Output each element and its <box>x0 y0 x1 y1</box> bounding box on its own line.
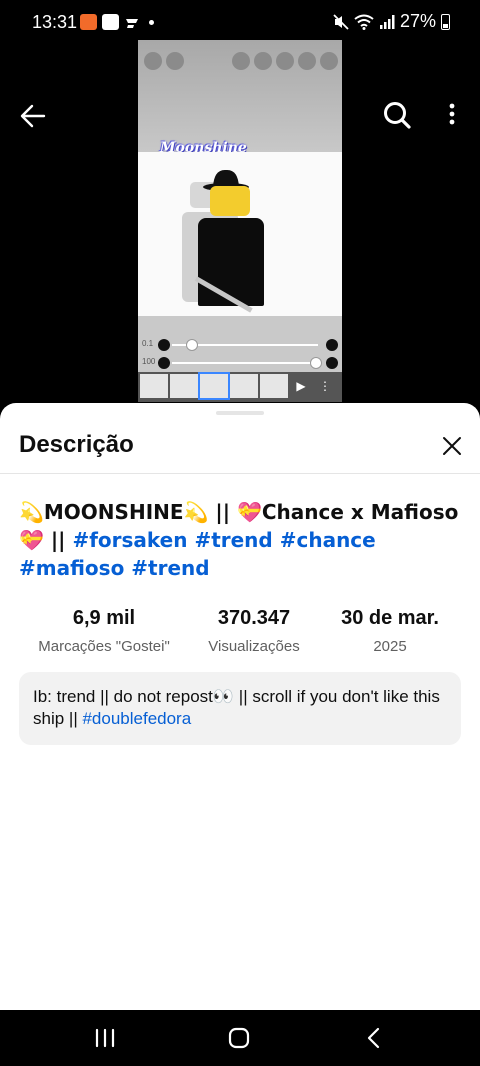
system-nav-bar <box>0 1010 480 1066</box>
home-icon <box>228 1027 250 1049</box>
slider-label: 100 <box>142 357 156 366</box>
likes-stat: 6,9 mil Marcações "Gostei" <box>19 607 189 655</box>
slider-minus <box>158 357 170 369</box>
hashtag-link[interactable]: #trend <box>131 556 209 580</box>
more-vert-icon <box>449 103 455 125</box>
slider-label: 0.1 <box>142 339 154 348</box>
video-stats: 6,9 mil Marcações "Gostei" 370.347 Visua… <box>19 607 461 657</box>
video-frame[interactable]: Moonshine 0.1 100 ▶ ⋮ <box>138 40 342 402</box>
recent-apps-icon <box>95 1028 115 1048</box>
slider-plus <box>326 357 338 369</box>
video-player[interactable]: Moonshine 0.1 100 ▶ ⋮ <box>0 40 480 406</box>
gallery-notification-icon <box>102 14 119 30</box>
notification-icons <box>80 14 154 30</box>
play-icon: ▶ <box>296 379 306 393</box>
sheet-title: Descrição <box>19 431 134 458</box>
more-vert-icon: ⋮ <box>319 379 331 393</box>
editor-slider-2: 100 <box>142 356 338 370</box>
video-top-toolbar <box>138 40 342 152</box>
toolbar-dot <box>298 52 316 70</box>
close-button[interactable] <box>438 432 466 460</box>
toolbar-dot <box>144 52 162 70</box>
search-button[interactable] <box>382 100 412 130</box>
slider-plus <box>326 339 338 351</box>
hashtag-link[interactable]: #mafioso <box>19 556 124 580</box>
likes-count: 6,9 mil <box>72 607 136 629</box>
toolbar-dot <box>166 52 184 70</box>
frame-thumbnail-selected <box>198 372 230 400</box>
hashtag-link[interactable]: #trend <box>194 528 272 552</box>
editor-slider-1: 0.1 <box>142 338 338 352</box>
system-status: 27% <box>333 11 450 32</box>
more-notifications-dot <box>149 19 154 25</box>
battery-percent: 27% <box>399 11 436 31</box>
publish-year: 2025 <box>373 638 407 655</box>
nav-back-button[interactable] <box>360 1026 390 1050</box>
date-stat: 30 de mar. 2025 <box>319 607 461 655</box>
frame-thumbnail <box>140 374 168 398</box>
signal-icon <box>379 14 395 29</box>
app-notification-icon-2 <box>124 16 140 28</box>
back-arrow-icon <box>20 104 46 128</box>
hashtag-link[interactable]: #doublefedora <box>82 709 191 728</box>
slider-thumb <box>310 357 322 369</box>
slider-thumb <box>186 339 198 351</box>
character-body <box>198 218 264 306</box>
hashtag-link[interactable]: #chance <box>280 528 376 552</box>
mute-icon <box>333 13 349 30</box>
nav-back-icon <box>367 1027 380 1049</box>
status-time: 13:31 <box>32 12 78 32</box>
character-head <box>210 186 250 216</box>
divider <box>0 473 480 474</box>
video-stage <box>138 152 342 316</box>
frame-thumbnail <box>260 374 288 398</box>
frame-thumbnail <box>230 374 258 398</box>
slider-minus <box>158 339 170 351</box>
description-box[interactable]: Ib: trend || do not repost👀 || scroll if… <box>19 672 461 745</box>
views-count: 370.347 <box>217 607 291 629</box>
back-button[interactable] <box>18 102 48 130</box>
toolbar-dot <box>254 52 272 70</box>
wifi-icon <box>354 14 374 30</box>
publish-date: 30 de mar. <box>341 607 439 629</box>
toolbar-dot <box>320 52 338 70</box>
app-notification-icon <box>80 14 97 30</box>
views-label: Visualizações <box>208 638 300 655</box>
likes-label: Marcações "Gostei" <box>38 638 170 655</box>
recent-apps-button[interactable] <box>90 1026 120 1050</box>
toolbar-dot <box>276 52 294 70</box>
video-title: 💫MOONSHINE💫 || 💝Chance x Mafioso 💝 || #f… <box>19 498 459 582</box>
more-options-button[interactable] <box>442 100 462 130</box>
search-icon <box>384 102 411 129</box>
hashtag-link[interactable]: #forsaken <box>72 528 187 552</box>
battery-icon <box>441 13 450 30</box>
toolbar-dot <box>232 52 250 70</box>
close-icon <box>443 437 461 455</box>
description-sheet: Descrição 💫MOONSHINE💫 || 💝Chance x Mafio… <box>0 403 480 1010</box>
drag-handle[interactable] <box>216 411 264 415</box>
views-stat: 370.347 Visualizações <box>199 607 309 655</box>
frame-thumbnail <box>170 374 198 398</box>
frame-strip: ▶ ⋮ <box>138 372 342 402</box>
home-button[interactable] <box>224 1026 254 1050</box>
